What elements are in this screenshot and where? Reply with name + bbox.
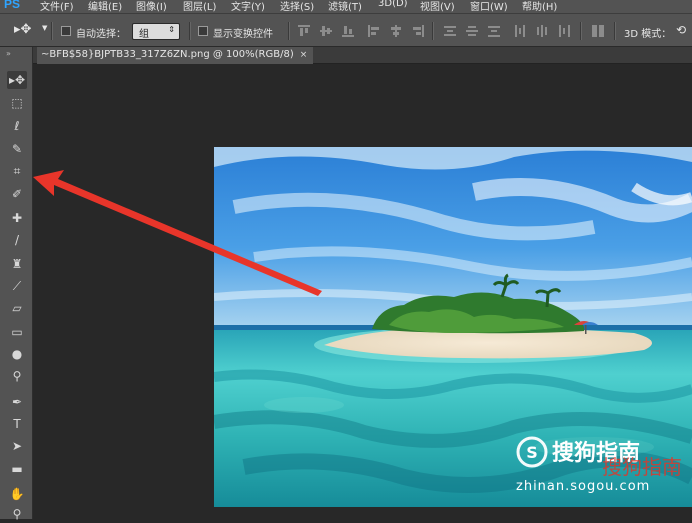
menu-window[interactable]: 窗口(W) (470, 0, 508, 13)
show-transform-checkbox[interactable] (198, 26, 208, 36)
distribute-bottom-icon[interactable] (488, 25, 500, 37)
align-vertical-center-icon[interactable] (320, 25, 332, 37)
move-tool-preset-icon[interactable]: ▸✥ (14, 22, 31, 37)
align-right-icon[interactable] (412, 25, 424, 37)
dropdown-arrows-icon: ⇕ (168, 25, 175, 34)
3d-mode-label: 3D 模式： (624, 29, 672, 40)
auto-select-dropdown[interactable]: 组 ⇕ (132, 23, 180, 40)
3d-orbit-icon[interactable]: ⟲ (676, 23, 686, 37)
menu-layer[interactable]: 图层(L) (183, 0, 216, 13)
align-horizontal-center-icon[interactable] (390, 25, 402, 37)
sogou-watermark: S 搜狗指南 搜狗指南 zhinan.sogou.com (510, 428, 692, 498)
menu-3d[interactable]: 3D(D) (378, 0, 408, 9)
menu-bar: PS 文件(F) 编辑(E) 图像(I) 图层(L) 文字(Y) 选择(S) 滤… (0, 0, 692, 13)
document-tab-bar: ~BFB$58}BJPTB33_317Z6ZN.png @ 100%(RGB/8… (33, 47, 692, 64)
zoom-tool-icon[interactable]: ⚲ (7, 505, 27, 523)
type-tool-icon[interactable]: T (7, 415, 27, 433)
menu-type[interactable]: 文字(Y) (231, 0, 265, 13)
align-left-icon[interactable] (368, 25, 380, 37)
spot-healing-brush-tool-icon[interactable]: ✚ (7, 209, 27, 227)
distribute-top-icon[interactable] (444, 25, 456, 37)
auto-select-value: 组 (139, 29, 149, 40)
preset-dropdown-icon[interactable]: ▼ (42, 24, 47, 32)
eyedropper-tool-icon[interactable]: ✐ (7, 185, 27, 203)
divider (614, 22, 616, 40)
watermark-url: zhinan.sogou.com (516, 479, 650, 494)
move-tool-icon[interactable]: ▸✥ (7, 71, 27, 89)
menu-help[interactable]: 帮助(H) (522, 0, 557, 13)
divider (51, 22, 53, 40)
close-tab-icon[interactable]: × (300, 50, 308, 60)
distribute-horizontal-center-icon[interactable] (536, 25, 548, 37)
lasso-tool-icon[interactable]: ℓ (7, 117, 27, 135)
menu-file[interactable]: 文件(F) (40, 0, 74, 13)
show-transform-label: 显示变换控件 (213, 29, 273, 40)
clone-stamp-tool-icon[interactable]: ♜ (7, 255, 27, 273)
photoshop-logo: PS (4, 0, 21, 11)
divider (288, 22, 290, 40)
blur-tool-icon[interactable]: ● (7, 345, 27, 363)
menu-edit[interactable]: 编辑(E) (88, 0, 122, 13)
document-tab-title: ~BFB$58}BJPTB33_317Z6ZN.png @ 100%(RGB/8… (41, 49, 294, 60)
hand-tool-icon[interactable]: ✋ (7, 485, 27, 503)
divider (432, 22, 434, 40)
sogou-watermark-graphic: S 搜狗指南 搜狗指南 zhinan.sogou.com (516, 436, 682, 494)
align-top-icon[interactable] (298, 25, 310, 37)
menu-select[interactable]: 选择(S) (280, 0, 314, 13)
align-bottom-icon[interactable] (342, 25, 354, 37)
pen-tool-icon[interactable]: ✒ (7, 393, 27, 411)
brush-tool-icon[interactable]: / (7, 231, 27, 249)
distribute-left-icon[interactable] (514, 25, 526, 37)
auto-align-layers-icon[interactable] (592, 25, 604, 37)
crop-tool-icon[interactable]: ⌗ (7, 162, 27, 180)
rectangle-tool-icon[interactable]: ▬ (7, 460, 27, 478)
history-brush-tool-icon[interactable]: ⟋ (7, 277, 27, 295)
gradient-tool-icon[interactable]: ▭ (7, 323, 27, 341)
rectangular-marquee-tool-icon[interactable]: ⬚ (7, 94, 27, 112)
eraser-tool-icon[interactable]: ▱ (7, 299, 27, 317)
menu-image[interactable]: 图像(I) (136, 0, 167, 13)
panel-grip-icon[interactable]: » (6, 49, 11, 58)
dodge-tool-icon[interactable]: ⚲ (7, 367, 27, 385)
auto-select-label: 自动选择： (76, 29, 126, 40)
distribute-vertical-center-icon[interactable] (466, 25, 478, 37)
divider (189, 22, 191, 40)
divider (580, 22, 582, 40)
menu-filter[interactable]: 滤镜(T) (328, 0, 362, 13)
path-selection-tool-icon[interactable]: ➤ (7, 437, 27, 455)
menu-view[interactable]: 视图(V) (420, 0, 455, 13)
options-bar: ▸✥ ▼ 自动选择： 组 ⇕ 显示变换控件 3D 模式： ⟲ (0, 13, 692, 47)
sogou-s-logo-icon: S (526, 443, 538, 462)
distribute-right-icon[interactable] (558, 25, 570, 37)
tools-panel: » ▸✥ ⬚ ℓ ✎ ⌗ ✐ ✚ / ♜ ⟋ ▱ ▭ ● ⚲ ✒ T ➤ ▬ ✋… (0, 47, 33, 521)
document-tab[interactable]: ~BFB$58}BJPTB33_317Z6ZN.png @ 100%(RGB/8… (37, 47, 314, 64)
quick-selection-tool-icon[interactable]: ✎ (7, 140, 27, 158)
watermark-overlay-text: 搜狗指南 (602, 455, 682, 479)
auto-select-checkbox[interactable] (61, 26, 71, 36)
